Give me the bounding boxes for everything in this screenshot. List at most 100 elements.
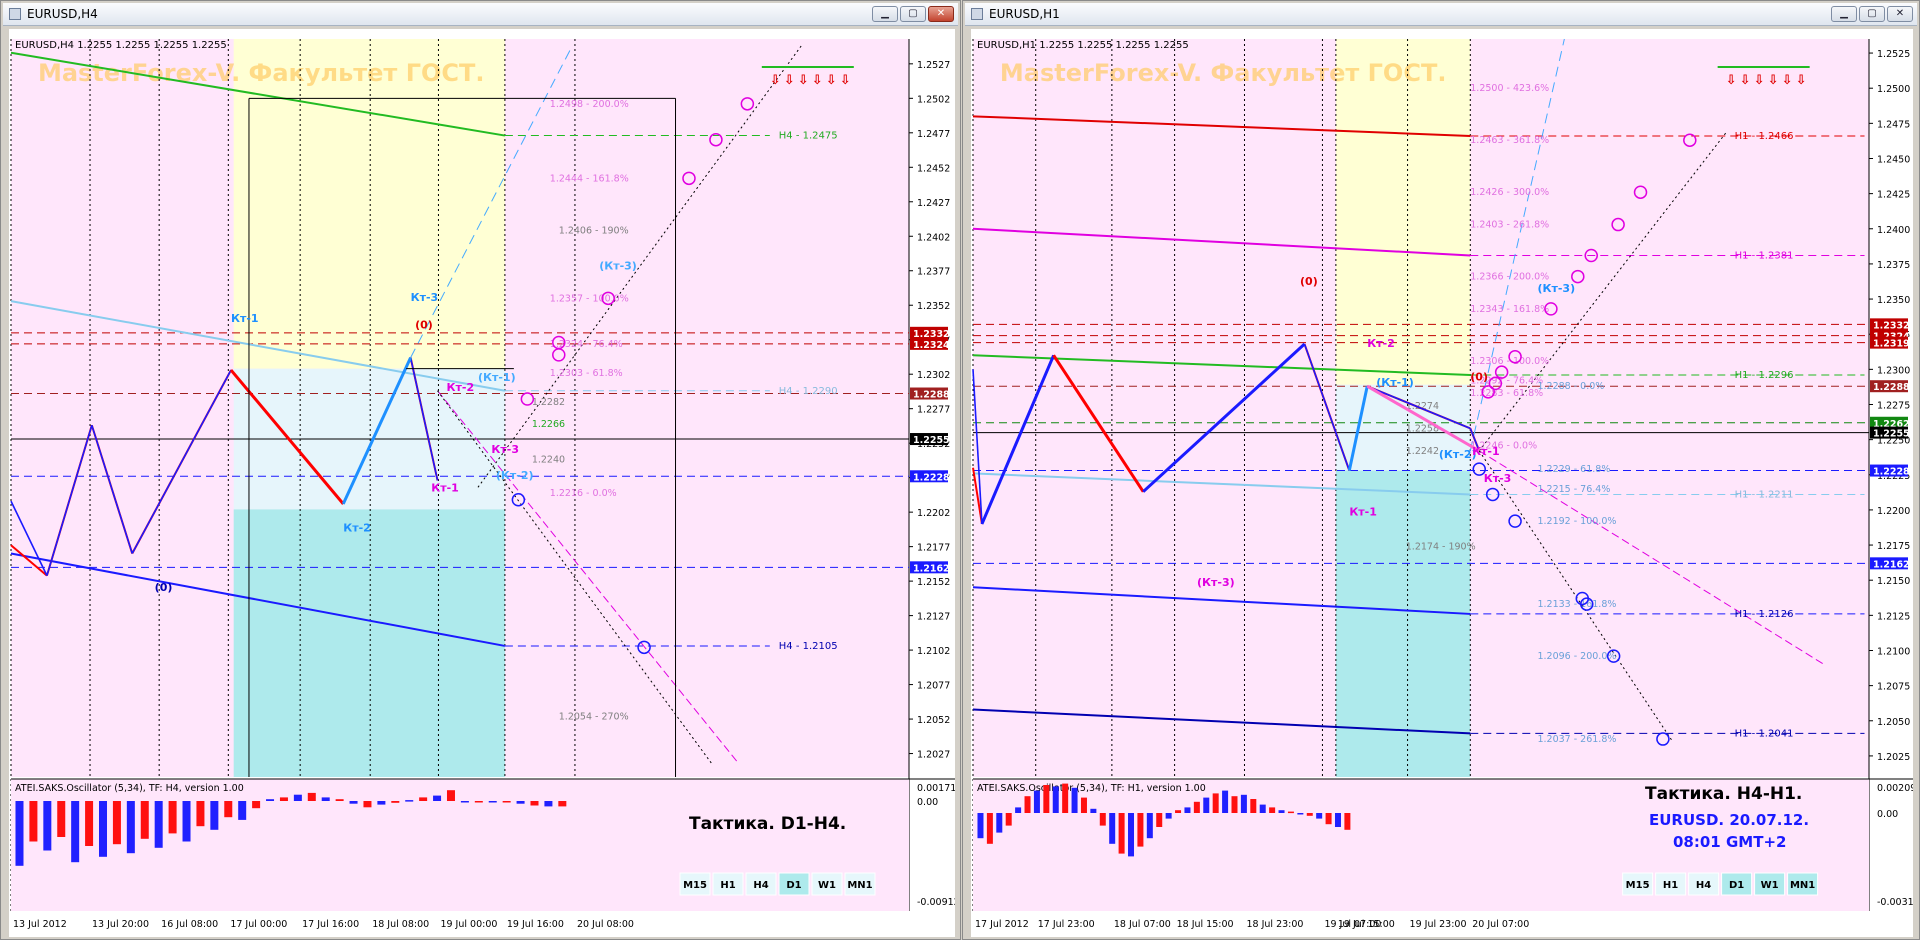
oscillator-bar-19 <box>1156 813 1163 827</box>
price-tick-label: 1.2375 <box>1877 260 1910 271</box>
fib-level-label: 1.2229 - 61.8% <box>1537 464 1610 475</box>
price-tag-label: 1.2255 <box>913 435 950 446</box>
minimize-button[interactable]: ▁ <box>872 6 898 22</box>
fib-level-label: 1.2498 - 200.0% <box>550 99 629 110</box>
price-tick-label: 1.2127 <box>917 612 950 623</box>
timeframe-button-label[interactable]: M15 <box>683 880 707 891</box>
price-tag-label: 1.2324 <box>913 340 950 351</box>
timeframe-button-label[interactable]: W1 <box>1761 880 1779 891</box>
timeframe-button-label[interactable]: D1 <box>786 880 801 891</box>
down-arrow-icon: ⇩ <box>812 73 823 88</box>
fib-level-label: 1.2283 - 61.8% <box>1470 388 1543 399</box>
oscillator-bar-17 <box>1137 813 1144 847</box>
price-tick-label: 1.2425 <box>1877 190 1910 201</box>
minimize-button[interactable]: ▁ <box>1831 6 1857 22</box>
oscillator-bar-31 <box>446 790 455 801</box>
oscillator-bar-25 <box>363 801 372 808</box>
h1-chart-canvas[interactable]: MasterForex-V. Факультет ГОСТ. EURUSD,H1 … <box>971 29 1913 937</box>
wave-point-label: (Кт-1) <box>478 371 516 384</box>
oscillator-bar-27 <box>1231 796 1238 813</box>
oscillator-bar-27 <box>391 801 400 803</box>
level-label: H1 - 1.2126 <box>1735 609 1794 620</box>
oscillator-tick-label: 0.00 <box>1877 809 1898 820</box>
timeframe-button-label[interactable]: MN1 <box>847 880 872 891</box>
time-axis-label: 20 Jul 08:00 <box>577 919 634 930</box>
oscillator-bar-0 <box>977 813 984 839</box>
maximize-button[interactable]: ▢ <box>900 6 926 22</box>
oscillator-tick-label: 0.00209 <box>1877 783 1913 794</box>
oscillator-bar-6 <box>1033 790 1040 813</box>
price-tick-label: 1.2527 <box>917 60 950 71</box>
price-tick-label: 1.2502 <box>917 94 950 105</box>
price-tick-label: 1.2452 <box>917 163 950 174</box>
chart-header-text: EURUSD,H4 1.2255 1.2255 1.2255 1.2255 <box>15 40 227 51</box>
watermark-text: MasterForex-V. Факультет ГОСТ. <box>38 59 485 87</box>
fib-level-label: 1.2266 <box>532 419 565 430</box>
h4-title-bar[interactable]: EURUSD,H4 ▁ ▢ ✕ <box>3 3 958 26</box>
fib-level-label: 1.2054 - 270% <box>559 711 629 722</box>
timeframe-button-label[interactable]: W1 <box>818 880 836 891</box>
timeframe-button-label[interactable]: H4 <box>1696 880 1711 891</box>
h1-title-bar[interactable]: EURUSD,H1 ▁ ▢ ✕ <box>965 3 1917 26</box>
h4-chart-window[interactable]: EURUSD,H4 ▁ ▢ ✕ MasterForex-V. Факультет… <box>0 0 961 940</box>
time-axis-label: 19 Jul 16:00 <box>507 919 564 930</box>
oscillator-tick-label: -0.00912 <box>917 897 955 908</box>
oscillator-bar-31 <box>1269 807 1276 813</box>
price-tick-label: 1.2352 <box>917 301 950 312</box>
level-label: H4 - 1.2290 <box>779 386 838 397</box>
wave-point-label: Кт-2 <box>1367 337 1395 350</box>
down-arrow-icon: ⇩ <box>1754 73 1765 88</box>
time-axis-label: 17 Jul 23:00 <box>1038 919 1095 930</box>
oscillator-bar-5 <box>1024 796 1031 813</box>
timeframe-button-label[interactable]: D1 <box>1729 880 1744 891</box>
oscillator-bar-12 <box>1090 808 1097 813</box>
wave-point-label: (Кт-1) <box>1376 376 1414 389</box>
oscillator-bar-1 <box>986 813 993 844</box>
chart-window-icon <box>9 8 21 20</box>
timeframe-button-label[interactable]: H1 <box>1663 880 1678 891</box>
fib-level-label: 1.2174 - 190% <box>1406 541 1476 552</box>
h1-chart-window[interactable]: EURUSD,H1 ▁ ▢ ✕ MasterForex-V. Факультет… <box>962 0 1920 940</box>
oscillator-bar-14 <box>210 801 219 830</box>
h4-chart-canvas[interactable]: MasterForex-V. Факультет ГОСТ. EURUSD,H4 … <box>9 29 955 937</box>
zone-rect-0 <box>1335 39 1471 385</box>
price-tag-label: 1.2228 <box>913 472 950 483</box>
oscillator-bar-28 <box>405 800 414 802</box>
oscillator-bar-16 <box>1128 813 1135 857</box>
oscillator-bar-26 <box>1222 790 1229 813</box>
wave-point-label: (Кт-3) <box>599 259 637 272</box>
oscillator-bar-9 <box>140 801 149 839</box>
maximize-button[interactable]: ▢ <box>1859 6 1885 22</box>
oscillator-bar-32 <box>1278 810 1285 813</box>
oscillator-bar-4 <box>1015 807 1022 813</box>
subline-date: EURUSD. 20.07.12. <box>1649 811 1809 829</box>
close-button[interactable]: ✕ <box>928 6 954 22</box>
fib-level-label: 1.2463 - 361.8% <box>1470 135 1549 146</box>
oscillator-bar-7 <box>1043 785 1050 813</box>
oscillator-tick-label: 0.00171 <box>917 783 955 794</box>
close-button[interactable]: ✕ <box>1887 6 1913 22</box>
fib-level-label: 1.2366 - 200.0% <box>1470 272 1549 283</box>
wave-point-label: (0) <box>155 581 173 594</box>
oscillator-bar-35 <box>1306 813 1313 816</box>
oscillator-bar-37 <box>1325 813 1332 825</box>
timeframe-button-label[interactable]: H1 <box>720 880 735 891</box>
time-axis-label: 13 Jul 20:00 <box>92 919 149 930</box>
time-axis-label: 13 Jul 2012 <box>13 919 67 930</box>
wave-point-label: Кт-3 <box>491 443 519 456</box>
subline-time: 08:01 GMT+2 <box>1673 833 1786 851</box>
oscillator-bar-33 <box>474 801 483 803</box>
fib-level-label: 1.2037 - 261.8% <box>1537 734 1616 745</box>
timeframe-button-label[interactable]: M15 <box>1626 880 1650 891</box>
timeframe-button-label[interactable]: H4 <box>753 880 768 891</box>
oscillator-bar-11 <box>1080 797 1087 813</box>
fib-level-label: 1.2426 - 300.0% <box>1470 187 1549 198</box>
price-tick-label: 1.2152 <box>917 577 950 588</box>
oscillator-title: ATEI.SAKS.Oscillator (5,34), TF: H4, ver… <box>15 783 244 794</box>
oscillator-bar-2 <box>996 813 1003 833</box>
oscillator-bar-33 <box>1287 811 1294 814</box>
level-label: H1 - 1.2211 <box>1735 489 1794 500</box>
timeframe-button-label[interactable]: MN1 <box>1790 880 1815 891</box>
oscillator-bar-39 <box>558 801 567 807</box>
h1-window-title: EURUSD,H1 <box>989 7 1060 21</box>
